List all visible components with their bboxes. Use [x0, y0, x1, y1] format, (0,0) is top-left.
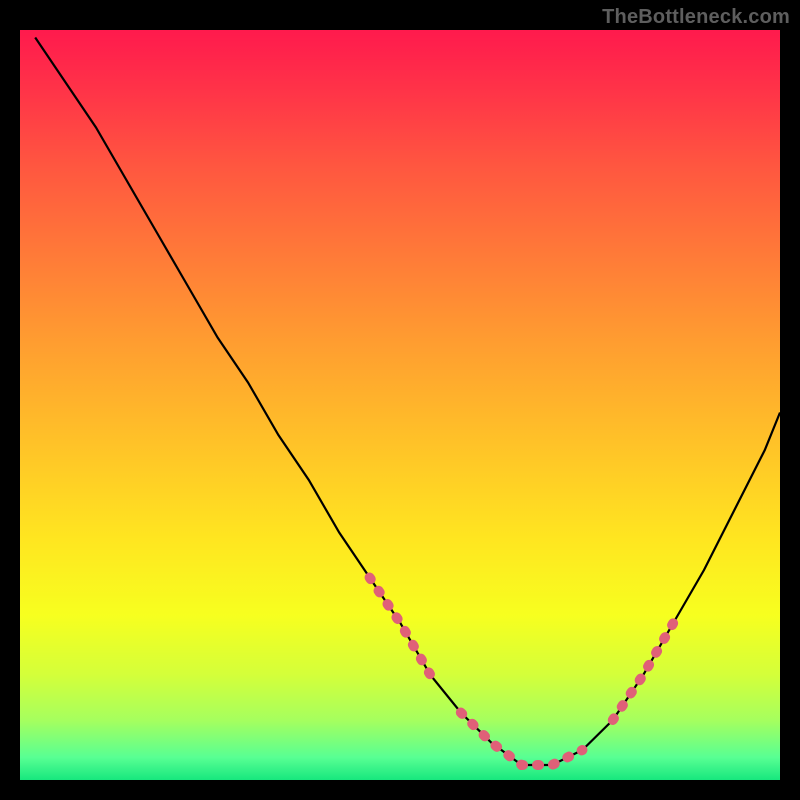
chart-svg — [20, 30, 780, 780]
highlight-group — [370, 578, 674, 766]
highlight-segment-2 — [613, 623, 674, 721]
highlight-segment-0 — [370, 578, 431, 676]
chart-frame: TheBottleneck.com — [0, 0, 800, 800]
watermark-label: TheBottleneck.com — [602, 6, 790, 29]
bottleneck-curve-path — [35, 38, 780, 766]
highlight-segment-1 — [461, 713, 583, 766]
plot-area — [20, 30, 780, 780]
